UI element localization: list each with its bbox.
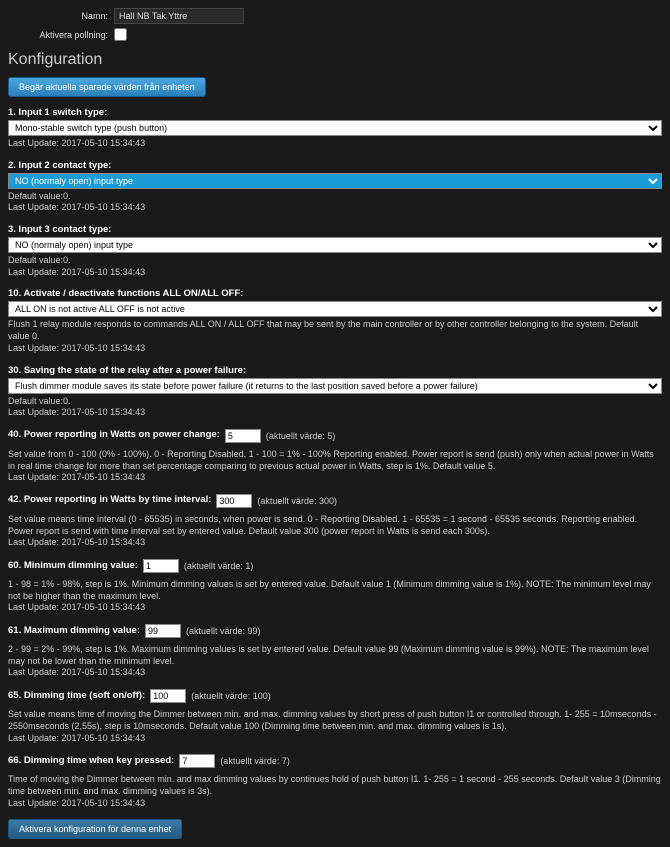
param61-current: (aktuellt värde: 99) — [186, 626, 261, 636]
param3-select[interactable]: NO (normaly open) input type — [8, 237, 662, 253]
param66-current: (aktuellt värde: 7) — [220, 756, 290, 766]
param10-lastupdate: Last Update: 2017-05-10 15:34:43 — [8, 343, 662, 355]
param30-default: Default value:0. — [8, 396, 662, 408]
param40-current: (aktuellt värde: 5) — [266, 431, 336, 441]
param10-label: 10. Activate / deactivate functions ALL … — [8, 288, 662, 299]
param40-label: 40. Power reporting in Watts on power ch… — [8, 429, 220, 440]
param66-desc: Time of moving the Dimmer between min. a… — [8, 774, 662, 797]
param61-label: 61. Maximum dimming value: — [8, 625, 140, 636]
polling-checkbox[interactable] — [114, 28, 127, 41]
param65-label: 65. Dimming time (soft on/off): — [8, 690, 145, 701]
request-values-button[interactable]: Begär aktuella sparade värden från enhet… — [8, 77, 206, 97]
param1-select[interactable]: Mono-stable switch type (push button) — [8, 120, 662, 136]
param66-input[interactable] — [179, 754, 215, 768]
param3-label: 3. Input 3 contact type: — [8, 224, 662, 235]
param61-input[interactable] — [145, 624, 181, 638]
name-label: Namn: — [8, 11, 108, 21]
param60-input[interactable] — [143, 559, 179, 573]
param66-lastupdate: Last Update: 2017-05-10 15:34:43 — [8, 798, 662, 810]
param2-select[interactable]: NO (normaly open) input type — [8, 173, 662, 189]
name-input[interactable] — [114, 8, 244, 24]
param2-lastupdate: Last Update: 2017-05-10 15:34:43 — [8, 202, 662, 214]
polling-label: Aktivera pollning: — [8, 30, 108, 40]
param60-label: 60. Minimum dimming value: — [8, 560, 138, 571]
param42-lastupdate: Last Update: 2017-05-10 15:34:43 — [8, 537, 662, 549]
param2-default: Default value:0. — [8, 191, 662, 203]
param65-input[interactable] — [150, 689, 186, 703]
param61-lastupdate: Last Update: 2017-05-10 15:34:43 — [8, 667, 662, 679]
config-section-title: Konfiguration — [8, 51, 662, 69]
param10-select[interactable]: ALL ON is not active ALL OFF is not acti… — [8, 301, 662, 317]
param40-lastupdate: Last Update: 2017-05-10 15:34:43 — [8, 472, 662, 484]
param42-desc: Set value means time interval (0 - 65535… — [8, 514, 662, 537]
param1-label: 1. Input 1 switch type: — [8, 107, 662, 118]
param1-lastupdate: Last Update: 2017-05-10 15:34:43 — [8, 138, 662, 150]
param2-label: 2. Input 2 contact type: — [8, 160, 662, 171]
param65-lastupdate: Last Update: 2017-05-10 15:34:43 — [8, 733, 662, 745]
param40-input[interactable] — [225, 429, 261, 443]
param65-desc: Set value means time of moving the Dimme… — [8, 709, 662, 732]
param10-desc: Flush 1 relay module responds to command… — [8, 319, 662, 342]
param60-desc: 1 - 98 = 1% - 98%, step is 1%. Minimum d… — [8, 579, 662, 602]
param42-label: 42. Power reporting in Watts by time int… — [8, 494, 211, 505]
param42-current: (aktuellt värde: 300) — [257, 496, 337, 506]
param30-label: 30. Saving the state of the relay after … — [8, 365, 662, 376]
param30-select[interactable]: Flush dimmer module saves its state befo… — [8, 378, 662, 394]
param3-lastupdate: Last Update: 2017-05-10 15:34:43 — [8, 267, 662, 279]
param60-current: (aktuellt värde: 1) — [184, 561, 254, 571]
param30-lastupdate: Last Update: 2017-05-10 15:34:43 — [8, 407, 662, 419]
param61-desc: 2 - 99 = 2% - 99%, step is 1%. Maximum d… — [8, 644, 662, 667]
param40-desc: Set value from 0 - 100 (0% - 100%). 0 - … — [8, 449, 662, 472]
param60-lastupdate: Last Update: 2017-05-10 15:34:43 — [8, 602, 662, 614]
param66-label: 66. Dimming time when key pressed: — [8, 755, 174, 766]
param3-default: Default value:0. — [8, 255, 662, 267]
param42-input[interactable] — [216, 494, 252, 508]
activate-config-button[interactable]: Aktivera konfiguration för denna enhet — [8, 819, 182, 839]
